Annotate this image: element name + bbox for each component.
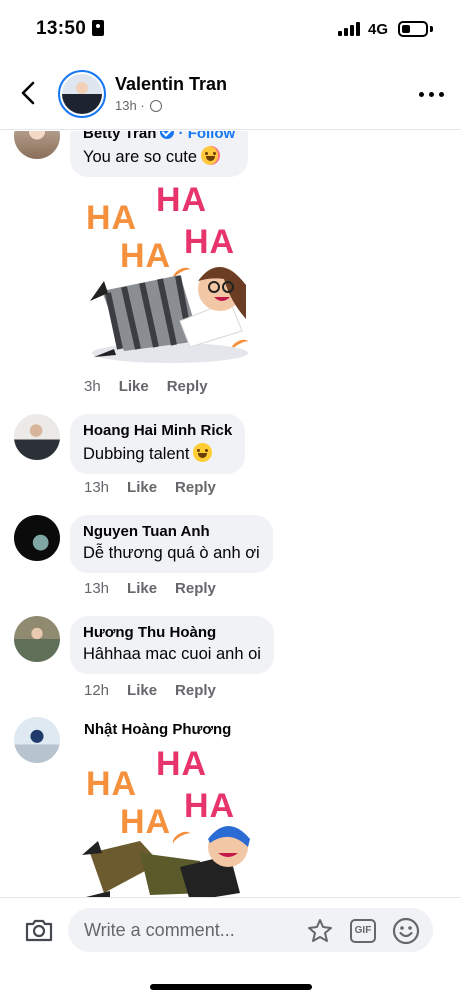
more-options-button[interactable] bbox=[419, 84, 445, 104]
comment-bubble: Hoang Hai Minh Rick Dubbing talent bbox=[70, 414, 246, 474]
smiley-icon bbox=[392, 917, 420, 945]
gif-button[interactable]: GIF bbox=[350, 919, 376, 943]
avatar-sticker-icon bbox=[308, 919, 332, 942]
network-label: 4G bbox=[368, 21, 389, 38]
commenter-name[interactable]: Nhật Hoàng Phương bbox=[84, 721, 231, 738]
laughing-avatar-figure bbox=[90, 266, 248, 363]
signal-strength-icon bbox=[338, 22, 362, 36]
like-button[interactable]: Like bbox=[127, 580, 157, 597]
commenter-name[interactable]: Hoang Hai Minh Rick bbox=[83, 422, 232, 439]
reply-button[interactable]: Reply bbox=[167, 378, 208, 395]
grinning-sweat-face-icon bbox=[193, 443, 213, 462]
commenter-avatar[interactable] bbox=[14, 131, 60, 159]
reply-button[interactable]: Reply bbox=[175, 479, 216, 496]
globe-icon bbox=[150, 100, 163, 112]
post-header: Valentin Tran 13h · bbox=[0, 58, 461, 130]
commenter-avatar[interactable] bbox=[14, 717, 60, 763]
commenter-avatar[interactable] bbox=[14, 414, 60, 460]
reply-button[interactable]: Reply bbox=[175, 682, 216, 699]
comment-input[interactable] bbox=[68, 908, 433, 952]
comment-actions: 12h Like Reply bbox=[84, 682, 216, 699]
post-age: 13h bbox=[115, 98, 137, 113]
comment-text: Dễ thương quá ò anh ơi bbox=[83, 544, 260, 562]
page-name[interactable]: Valentin Tran bbox=[115, 74, 227, 95]
comment-text: Hâhhaa mac cuoi anh oi bbox=[83, 645, 261, 663]
commenter-name[interactable]: Hương Thu Hoàng bbox=[83, 624, 261, 641]
avatar-sticker-button[interactable] bbox=[306, 918, 334, 944]
comments-list: Betty Tran · Follow You are so cute HA H… bbox=[0, 131, 461, 897]
back-button[interactable] bbox=[14, 78, 44, 108]
comment-bubble: Hương Thu Hoàng Hâhhaa mac cuoi anh oi bbox=[70, 616, 274, 674]
comment-time: 13h bbox=[84, 479, 110, 496]
home-indicator[interactable] bbox=[150, 984, 312, 990]
comment-bubble: Betty Tran · Follow You are so cute bbox=[70, 131, 249, 177]
laughing-avatar-figure bbox=[82, 826, 250, 897]
camera-button[interactable] bbox=[24, 917, 54, 943]
ha-ha-sticker[interactable]: HA HA HA HA bbox=[80, 743, 260, 897]
reply-button[interactable]: Reply bbox=[175, 580, 216, 597]
chevron-left-icon bbox=[21, 81, 35, 105]
battery-icon bbox=[398, 21, 428, 37]
status-time: 13:50 bbox=[36, 18, 105, 40]
comment-actions: 3h Like Reply bbox=[84, 378, 208, 395]
like-button[interactable]: Like bbox=[119, 378, 149, 395]
battery-cap bbox=[430, 26, 433, 32]
post-meta: 13h · bbox=[115, 98, 163, 113]
commenter-avatar[interactable] bbox=[14, 616, 60, 662]
page-avatar[interactable] bbox=[58, 70, 106, 118]
status-time-text: 13:50 bbox=[36, 18, 87, 39]
verified-badge-icon bbox=[160, 131, 175, 139]
comment-text: Dubbing talent bbox=[83, 445, 190, 463]
battery-level-fill bbox=[402, 25, 410, 33]
follow-button[interactable]: · Follow bbox=[179, 131, 236, 142]
comment-time: 3h bbox=[84, 378, 101, 395]
comment-actions: 13h Like Reply bbox=[84, 580, 216, 597]
commenter-avatar[interactable] bbox=[14, 515, 60, 561]
comment-bubble: Nguyen Tuan Anh Dễ thương quá ò anh ơi bbox=[70, 515, 273, 573]
camera-icon bbox=[25, 919, 53, 942]
emoji-button[interactable] bbox=[392, 917, 420, 945]
status-bar: 13:50 4G bbox=[0, 0, 461, 58]
person-badge-icon bbox=[92, 20, 105, 36]
like-button[interactable]: Like bbox=[127, 479, 157, 496]
comment-time: 12h bbox=[84, 682, 110, 699]
ha-ha-sticker[interactable]: HA HA HA HA bbox=[80, 181, 260, 367]
comment-text: You are so cute bbox=[83, 148, 198, 166]
commenter-name[interactable]: Betty Tran bbox=[83, 131, 156, 142]
smiling-face-with-hearts-icon bbox=[201, 146, 221, 165]
like-button[interactable]: Like bbox=[127, 682, 157, 699]
comment-actions: 13h Like Reply bbox=[84, 479, 216, 496]
comment-time: 13h bbox=[84, 580, 110, 597]
commenter-name[interactable]: Nguyen Tuan Anh bbox=[83, 523, 260, 540]
page-avatar-image bbox=[62, 74, 102, 114]
